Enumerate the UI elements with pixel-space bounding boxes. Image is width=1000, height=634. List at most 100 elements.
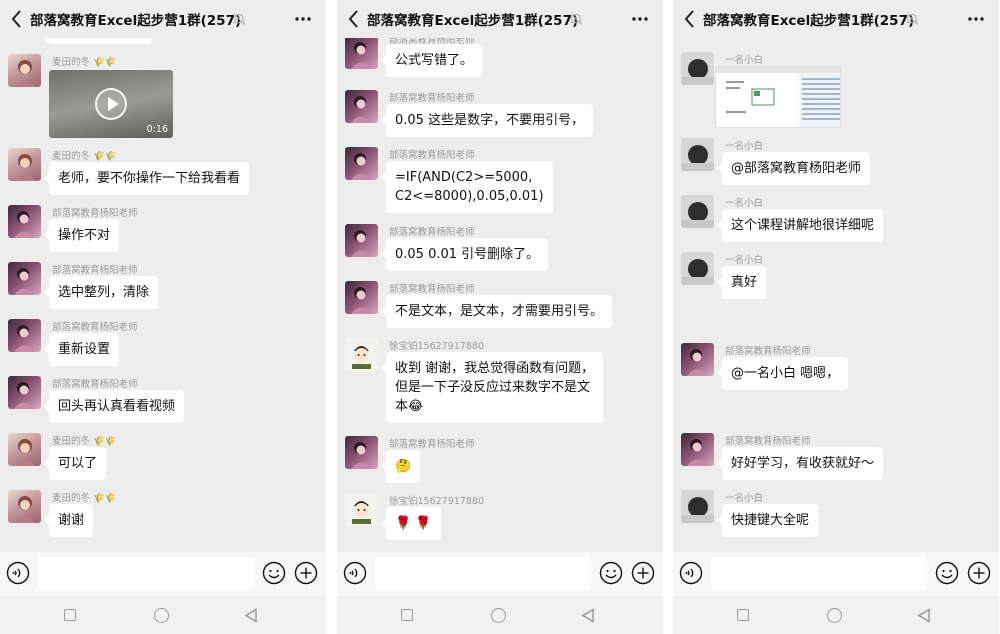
sender-name: 部落窝教育杨阳老师 (725, 436, 811, 447)
message-bubble[interactable]: 收到 谢谢，我总觉得函数有问题， 但是一下子没反应过来数字不是文 本😂 (380, 352, 604, 423)
plus-icon[interactable] (294, 561, 318, 585)
back-arrow-icon[interactable] (681, 8, 699, 30)
mute-icon (232, 13, 246, 25)
message-input[interactable] (38, 557, 254, 590)
avatar[interactable] (345, 338, 378, 371)
system-nav-bar (337, 596, 663, 634)
message-bubble[interactable]: 可以了 (43, 447, 107, 480)
voice-icon[interactable] (343, 561, 367, 585)
message-line: 但是一下子没反应过来数字不是文 (395, 380, 591, 395)
message-bubble[interactable]: 真好 (716, 266, 767, 299)
video-message[interactable]: 0:16 (49, 70, 173, 138)
plus-icon[interactable] (967, 561, 991, 585)
play-icon[interactable] (95, 88, 127, 120)
message-line: 收到 谢谢，我总觉得函数有问题， (395, 361, 595, 376)
avatar[interactable] (8, 54, 41, 87)
message-bubble[interactable]: @一名小白 嗯嗯， (716, 357, 849, 390)
more-icon[interactable] (631, 10, 649, 28)
message-bubble[interactable]: 这个课程讲解地很详细呢 (716, 209, 884, 242)
sender-name: 徐宝铂15627917880 (389, 341, 484, 352)
avatar[interactable] (8, 205, 41, 238)
recent-apps-icon[interactable] (64, 609, 76, 621)
avatar[interactable] (681, 433, 714, 466)
message-line: C2<=8000),0.05,0.01) (395, 189, 544, 204)
avatar[interactable] (345, 281, 378, 314)
message-bubble[interactable]: 选中整列，清除 (43, 276, 159, 309)
message-list: 一名小白 一名小白 @部落窝教育杨阳老师 一名小白 这个课程讲解地很详细呢 一名… (673, 38, 999, 552)
avatar[interactable] (681, 343, 714, 376)
message-bubble[interactable]: 老师，要不你操作一下给我看看 (43, 162, 250, 195)
sender-name: 部落窝教育杨阳老师 (52, 322, 138, 333)
message-input[interactable] (375, 557, 591, 590)
sender-name: 麦田的冬 🌾🌾 (52, 57, 117, 68)
back-arrow-icon[interactable] (345, 8, 363, 30)
sender-name: 一名小白 (725, 141, 764, 152)
back-nav-icon[interactable] (581, 608, 595, 623)
avatar[interactable] (345, 90, 378, 123)
message-bubble[interactable]: 好好学习，有收获就好～ (716, 447, 884, 480)
avatar[interactable] (8, 376, 41, 409)
avatar[interactable] (345, 224, 378, 257)
message-bubble[interactable]: 重新设置 (43, 333, 120, 366)
message-bubble[interactable]: =IF(AND(C2>=5000, C2<=8000),0.05,0.01) (381, 161, 553, 213)
chat-panel-2: 部落窝教育Excel起步营1群(257) 部落窝教育杨阳老师 公式写错了。 部落… (337, 0, 663, 634)
message-bubble[interactable]: 回头再认真看看视频 (43, 390, 185, 423)
message-bubble[interactable]: 谢谢 (43, 504, 94, 537)
sender-name: 部落窝教育杨阳老师 (52, 208, 138, 219)
message-input[interactable] (711, 557, 927, 590)
chat-panel-1: 部落窝教育Excel起步营1群(257) 麦田的冬 🌾🌾 0:16 麦田的冬 🌾… (0, 0, 326, 634)
image-message[interactable] (715, 66, 841, 128)
sender-name: 徐宝铂15627917880 (389, 496, 484, 507)
message-bubble[interactable]: 公式写错了。 (380, 44, 483, 77)
message-bubble[interactable]: 🌹 🌹 (381, 507, 441, 540)
avatar[interactable] (345, 147, 378, 180)
message-bubble[interactable]: 操作不对 (43, 219, 120, 252)
avatar[interactable] (681, 138, 714, 171)
voice-icon[interactable] (6, 561, 30, 585)
input-bar (673, 552, 999, 596)
avatar[interactable] (345, 493, 378, 526)
sender-name: 麦田的冬 🌾🌾 (52, 436, 117, 447)
sender-name: 部落窝教育杨阳老师 (389, 227, 475, 238)
more-icon[interactable] (967, 10, 985, 28)
back-nav-icon[interactable] (917, 608, 931, 623)
message-bubble[interactable]: 🤔 (380, 450, 421, 483)
home-icon[interactable] (827, 608, 842, 623)
avatar[interactable] (8, 262, 41, 295)
home-icon[interactable] (491, 608, 506, 623)
message-bubble[interactable]: 0.05 0.01 引号删除了。 (380, 238, 549, 271)
system-nav-bar (673, 596, 999, 634)
avatar[interactable] (681, 490, 714, 523)
message-bubble[interactable]: 不是文本，是文本，才需要用引号。 (380, 295, 613, 328)
plus-icon[interactable] (631, 561, 655, 585)
avatar[interactable] (8, 148, 41, 181)
sender-name: 麦田的冬 🌾🌾 (52, 151, 117, 162)
emoji-icon[interactable] (599, 561, 623, 585)
emoji-icon[interactable] (935, 561, 959, 585)
avatar[interactable] (681, 195, 714, 228)
back-arrow-icon[interactable] (8, 8, 26, 30)
recent-apps-icon[interactable] (401, 609, 413, 621)
chat-header: 部落窝教育Excel起步营1群(257) (673, 0, 999, 38)
emoji-icon[interactable] (262, 561, 286, 585)
sender-name: 部落窝教育杨阳老师 (52, 265, 138, 276)
sender-name: 部落窝教育杨阳老师 (389, 439, 475, 450)
message-bubble[interactable]: 0.05 这些是数字，不要用引号， (380, 104, 594, 137)
avatar[interactable] (8, 319, 41, 352)
avatar[interactable] (8, 490, 41, 523)
sender-name: 部落窝教育杨阳老师 (52, 379, 138, 390)
sender-name: 一名小白 (725, 493, 764, 504)
back-nav-icon[interactable] (244, 608, 258, 623)
message-bubble[interactable]: 快捷键大全呢 (716, 504, 819, 537)
avatar[interactable] (681, 52, 714, 85)
message-bubble[interactable]: @部落窝教育杨阳老师 (716, 152, 871, 185)
home-icon[interactable] (154, 608, 169, 623)
avatar[interactable] (681, 252, 714, 285)
avatar[interactable] (345, 38, 378, 69)
voice-icon[interactable] (679, 561, 703, 585)
avatar[interactable] (8, 433, 41, 466)
recent-apps-icon[interactable] (737, 609, 749, 621)
more-icon[interactable] (294, 10, 312, 28)
sender-name: 一名小白 (725, 255, 764, 266)
avatar[interactable] (345, 436, 378, 469)
